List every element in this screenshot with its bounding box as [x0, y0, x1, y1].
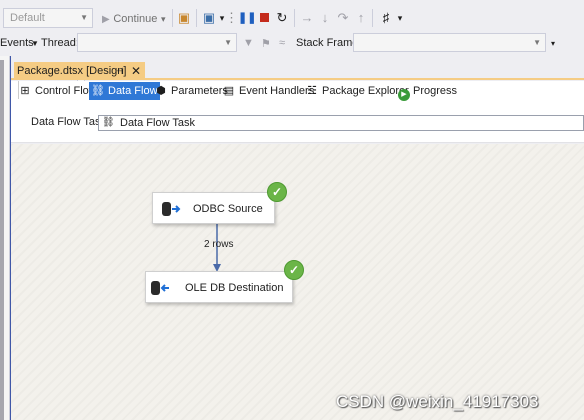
row-count-label: 2 rows: [204, 239, 234, 250]
tab-data-flow[interactable]: ⛓ Data Flow: [89, 82, 160, 100]
filter-icon[interactable]: ▼: [243, 37, 254, 49]
show-next-statement-icon[interactable]: →: [299, 9, 315, 27]
chevron-down-icon: ▼: [533, 38, 541, 47]
component-label: OLE DB Destination: [185, 282, 284, 294]
document-tab-title: Package.dtsx [Design]: [17, 65, 127, 77]
design-canvas[interactable]: [11, 144, 584, 420]
toolbar-separator: [196, 9, 197, 27]
toolbar-separator: [294, 9, 295, 27]
tab-label: Data Flow: [108, 85, 158, 97]
data-flow-task-icon: ⛓: [102, 117, 115, 128]
watermark: CSDN @weixin_41917303: [336, 392, 539, 411]
package-explorer-icon: ☷: [307, 85, 317, 97]
tab-label: Control Flow: [35, 85, 97, 97]
continue-dropdown-icon[interactable]: ▾: [161, 14, 166, 24]
toolbar-overflow-icon[interactable]: ▾: [551, 39, 555, 48]
toggle-threads-icon[interactable]: ≈: [279, 37, 285, 49]
success-check-icon: ✓: [267, 182, 287, 202]
success-check-icon: ✓: [284, 260, 304, 280]
thread-combo[interactable]: ▼: [77, 33, 237, 52]
parameters-icon: ⬢: [156, 85, 166, 97]
oledb-destination-icon: [151, 281, 169, 295]
close-icon[interactable]: ✕: [131, 62, 141, 80]
tab-label: Event Handlers: [239, 85, 315, 97]
solution-config-value: Default: [10, 12, 45, 24]
main-toolbar: Default ▼ ▶ Continue ▾ ▣ ▣ ▾ ⋮ ❚❚ ↻ → ↓ …: [0, 0, 584, 34]
step-into-icon[interactable]: ↓: [318, 9, 332, 27]
rail-scrollbar[interactable]: [0, 60, 4, 420]
tab-label: Parameters: [171, 85, 228, 97]
thread-label: Thread:: [41, 37, 79, 49]
screenshot-icon[interactable]: ▣: [201, 9, 217, 27]
toolbar-separator: [372, 9, 373, 27]
flag-icon[interactable]: ⚑: [261, 37, 271, 50]
events-label[interactable]: Events: [0, 37, 34, 49]
component-label: ODBC Source: [193, 203, 263, 215]
document-tab[interactable]: Package.dtsx [Design] ⊣ ✕: [14, 62, 145, 80]
data-flow-task-value: Data Flow Task: [120, 117, 195, 129]
step-over-icon[interactable]: ↷: [336, 9, 350, 27]
restart-icon[interactable]: ↻: [274, 9, 290, 27]
odbc-source-component[interactable]: ODBC Source: [152, 192, 275, 224]
event-handlers-icon: ▤: [223, 85, 235, 97]
control-flow-icon: ⊞: [20, 85, 30, 97]
tab-progress[interactable]: ▶ Progress: [398, 82, 458, 101]
tab-control-flow[interactable]: ⊞ Control Flow: [18, 82, 97, 100]
open-folder-icon[interactable]: ▣: [176, 9, 192, 27]
step-out-icon[interactable]: ↑: [354, 9, 368, 27]
chevron-down-icon: ▼: [80, 13, 88, 22]
continue-button[interactable]: ▶ Continue ▾: [102, 9, 166, 27]
solution-config-combo[interactable]: Default ▼: [3, 8, 93, 28]
stack-frame-label: Stack Frame:: [296, 37, 362, 49]
events-dropdown-icon[interactable]: ▼: [31, 39, 39, 48]
odbc-source-icon: [162, 202, 181, 216]
data-flow-icon: ⛓: [91, 85, 105, 97]
tab-label: Progress: [413, 85, 458, 97]
progress-icon: ▶: [398, 89, 410, 101]
continue-label: Continue: [113, 13, 158, 25]
pause-icon[interactable]: ❚❚: [238, 9, 256, 27]
tab-parameters[interactable]: ⬢ Parameters: [154, 82, 228, 100]
stack-frame-combo[interactable]: ▼: [353, 33, 546, 52]
pin-icon[interactable]: ⊣: [116, 62, 124, 80]
toolbar-overflow-icon[interactable]: ▾: [395, 9, 405, 27]
tab-package-explorer[interactable]: ☷ Package Explorer: [305, 82, 409, 100]
play-icon: ▶: [102, 14, 110, 25]
chevron-down-icon: ▼: [224, 38, 232, 47]
grip-icon: ⋮: [225, 10, 238, 25]
data-flow-task-combo[interactable]: ⛓ Data Flow Task: [98, 115, 584, 131]
hex-display-icon[interactable]: ♯: [378, 9, 394, 27]
tab-event-handlers[interactable]: ▤ Event Handlers: [222, 82, 314, 100]
tab-label: Package Explorer: [322, 85, 409, 97]
oledb-destination-component[interactable]: OLE DB Destination: [145, 271, 293, 303]
toolbar-separator: [172, 9, 173, 27]
stop-icon[interactable]: [256, 9, 272, 27]
